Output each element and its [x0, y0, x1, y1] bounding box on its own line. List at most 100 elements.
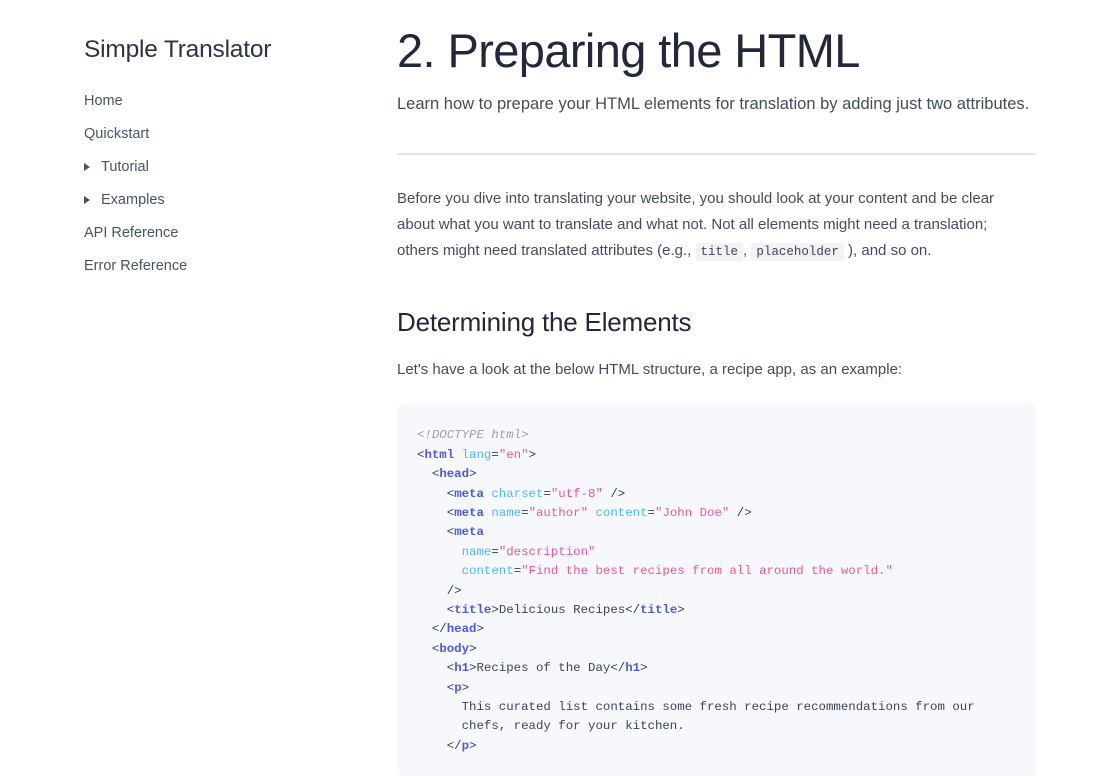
code-token-tag: p: [461, 738, 470, 753]
code-token-punct: >: [461, 680, 470, 695]
code-line: </p>: [417, 739, 477, 753]
code-token-eq: =: [647, 506, 655, 520]
code-token-punct: >: [476, 622, 484, 637]
code-token-eq: =: [491, 447, 499, 462]
section-heading: Determining the Elements: [397, 307, 692, 338]
sidebar-item-examples[interactable]: Examples: [84, 193, 397, 208]
code-token-eq: =: [513, 564, 522, 579]
sidebar-item-label: Tutorial: [101, 158, 149, 175]
code-token-tag: head: [446, 622, 477, 637]
code-line: <meta: [417, 525, 484, 539]
code-token-tag: head: [439, 467, 470, 482]
code-token-punct: />: [610, 486, 626, 501]
code-line: />: [417, 584, 462, 598]
section-divider: [397, 153, 1036, 155]
code-line: <meta charset="utf-8" />: [417, 486, 626, 501]
section-intro-paragraph: Let's have a look at the below HTML stru…: [397, 360, 903, 378]
code-token-tag: h1: [454, 661, 470, 676]
code-token-tag: html: [424, 447, 455, 462]
code-token-punct: >: [528, 447, 536, 462]
sidebar-item-home[interactable]: Home: [84, 94, 397, 109]
site-title: Simple Translator: [84, 36, 272, 63]
code-token-tag: meta: [454, 525, 484, 540]
code-token-punct: >: [469, 467, 477, 482]
code-line: <meta name="author" content="John Doe" /…: [417, 506, 752, 520]
code-token-attr: content: [595, 506, 648, 520]
sidebar-item-label: Error Reference: [84, 257, 188, 274]
intro-paragraph: Before you dive into translating your we…: [397, 186, 1022, 263]
code-token-str: "John Doe": [655, 506, 730, 520]
code-token-eq: =: [521, 506, 529, 520]
code-token-punct: >: [640, 661, 648, 676]
code-token-tag: h1: [625, 661, 641, 676]
sidebar-item-label: API Reference: [84, 224, 179, 241]
sidebar-item-tutorial[interactable]: Tutorial: [84, 160, 397, 175]
code-token-str: "author": [528, 506, 589, 520]
code-line: <head>: [417, 467, 477, 481]
page-lede: Learn how to prepare your HTML elements …: [397, 94, 1030, 113]
code-token-str: "Find the best recipes from all around t…: [521, 564, 893, 579]
code-token-str: "utf-8": [550, 486, 603, 501]
code-line: content="Find the best recipes from all …: [417, 564, 893, 578]
code-token-attr: name: [491, 506, 522, 520]
sidebar-nav: Home Quickstart Tutorial Examples API Refere…: [84, 94, 397, 274]
code-token-punct: </: [431, 622, 447, 637]
code-token-text: This curated list contains some fresh re…: [417, 700, 975, 715]
code-token-punct: >: [469, 641, 477, 656]
code-line: <!DOCTYPE html>: [417, 428, 529, 442]
sidebar: Simple Translator Home Quickstart Tutorial…: [0, 0, 397, 292]
code-token-text: chefs, ready for your kitchen.: [417, 719, 685, 734]
page-title: 2. Preparing the HTML: [397, 24, 860, 77]
code-token-punct: />: [736, 506, 752, 520]
code-token-tag: meta: [454, 506, 484, 520]
code-block: <!DOCTYPE html> <html lang="en"> <head> …: [397, 404, 1036, 776]
sidebar-item-error-reference[interactable]: Error Reference: [84, 259, 397, 274]
inline-code-title: title: [695, 242, 744, 261]
code-token-punct: </: [446, 738, 462, 753]
code-token-text: Delicious Recipes: [498, 603, 626, 618]
code-line: <body>: [417, 642, 477, 656]
code-token-tag: meta: [454, 486, 484, 501]
code-line: <h1>Recipes of the Day</h1>: [417, 661, 648, 675]
code-token-doctype: <!DOCTYPE html>: [417, 428, 529, 443]
code-token-text: Recipes of the Day: [476, 661, 611, 676]
code-token-punct: >: [469, 661, 477, 676]
code-token-str: "description": [498, 544, 596, 559]
sidebar-item-quickstart[interactable]: Quickstart: [84, 127, 397, 142]
code-token-punct: >: [677, 603, 685, 618]
code-token-eq: =: [491, 544, 499, 559]
sidebar-item-api-reference[interactable]: API Reference: [84, 226, 397, 241]
code-token-attr: charset: [491, 486, 544, 501]
caret-right-icon: [84, 163, 90, 172]
code-token-punct: >: [469, 738, 477, 753]
code-token-tag: title: [640, 603, 678, 618]
code-token-attr: name: [461, 544, 492, 559]
intro-text-after: ), and so on.: [843, 241, 932, 259]
code-token-str: "en": [498, 447, 529, 462]
code-line: name="description": [417, 544, 596, 559]
code-sample[interactable]: <!DOCTYPE html> <html lang="en"> <head> …: [417, 426, 1012, 756]
code-token-attr: content: [461, 564, 514, 579]
code-token-punct: </: [625, 603, 641, 618]
sidebar-item-label: Examples: [101, 191, 165, 208]
main-content: 2. Preparing the HTML Learn how to prepa…: [397, 0, 1120, 776]
code-token-attr: lang: [461, 447, 492, 462]
sidebar-item-label: Quickstart: [84, 125, 150, 142]
code-line: <html lang="en">: [417, 448, 536, 462]
sidebar-item-label: Home: [84, 92, 123, 109]
code-token-tag: p: [454, 680, 462, 695]
